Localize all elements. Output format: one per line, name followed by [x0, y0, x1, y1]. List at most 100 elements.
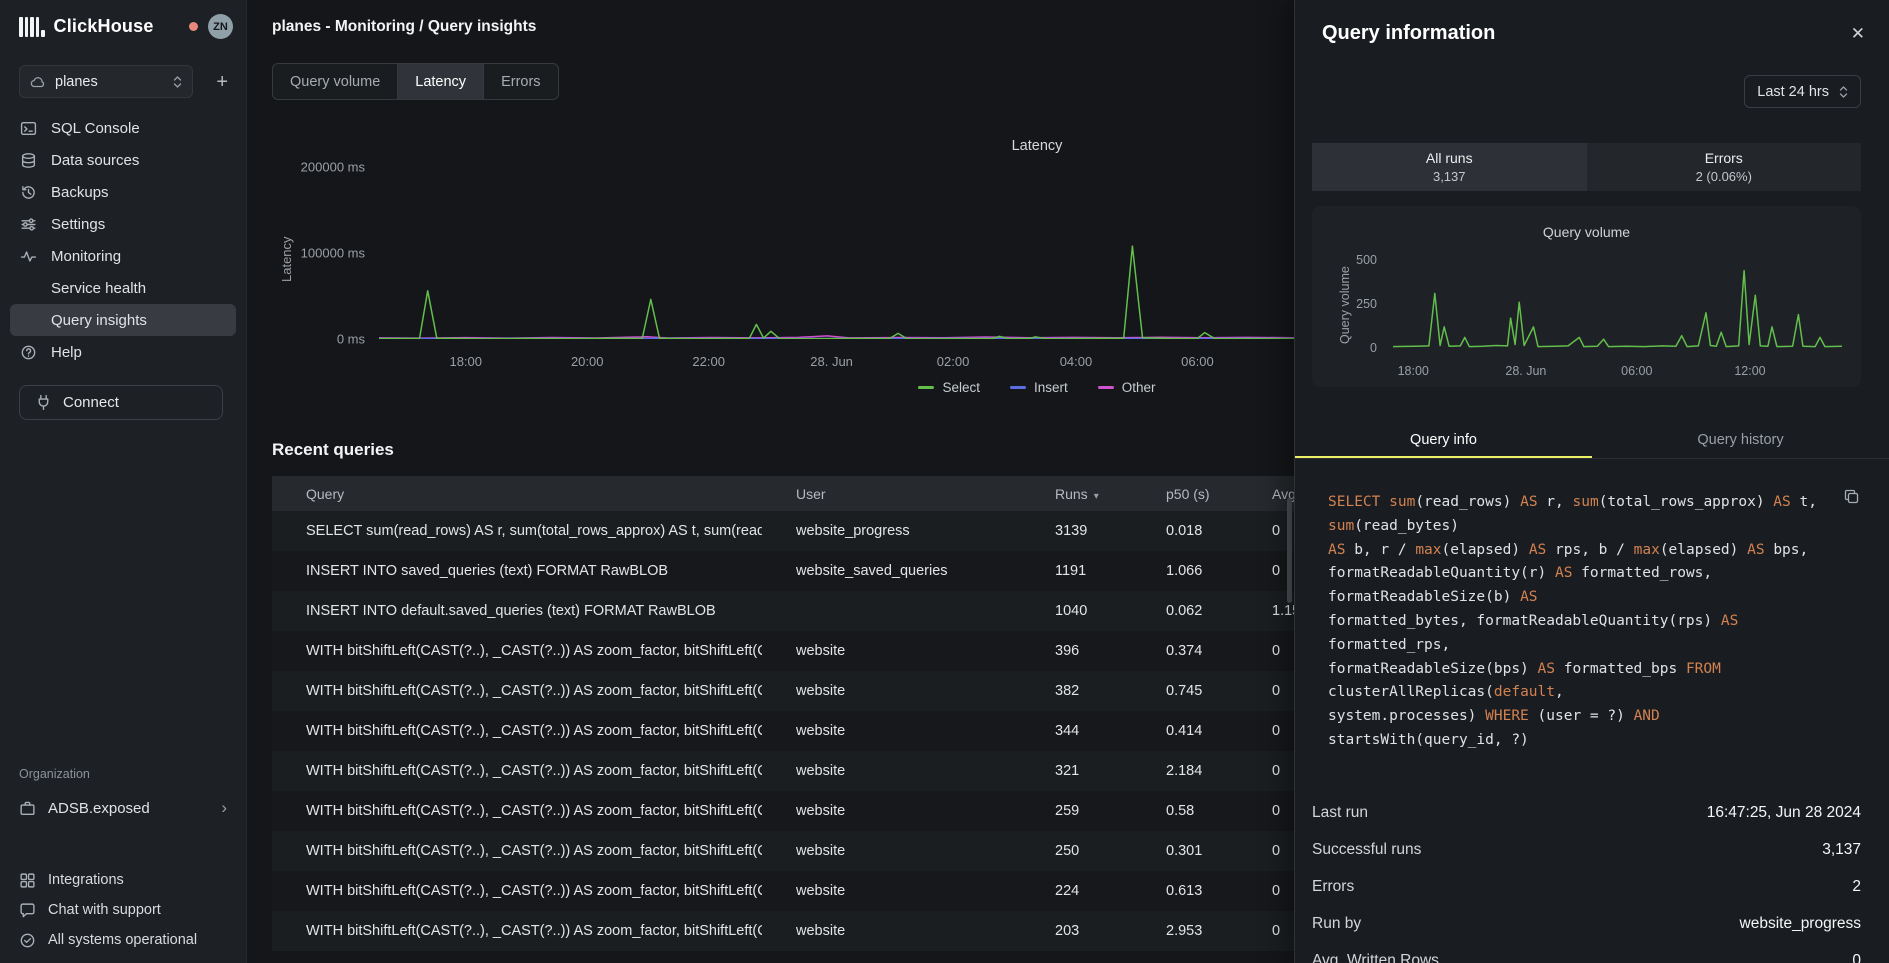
detail-row-successful-runs: Successful runs3,137 — [1312, 832, 1861, 869]
detail-row-run-by: Run bywebsite_progress — [1312, 906, 1861, 943]
y-tick-label: 0 — [1330, 341, 1377, 355]
table-row[interactable]: SELECT sum(read_rows) AS r, sum(total_ro… — [272, 511, 1294, 551]
stat-tab-label: Errors — [1587, 150, 1862, 166]
table-row[interactable]: WITH bitShiftLeft(CAST(?..), _CAST(?..))… — [272, 711, 1294, 751]
stat-tab-errors[interactable]: Errors 2 (0.06%) — [1587, 143, 1862, 191]
avg-cell: 0 — [1238, 751, 1294, 791]
p50-cell: 0.613 — [1132, 871, 1238, 911]
column-header-avg[interactable]: Avg. — [1238, 476, 1294, 511]
table-row[interactable]: WITH bitShiftLeft(CAST(?..), _CAST(?..))… — [272, 791, 1294, 831]
legend-item-select[interactable]: Select — [918, 380, 980, 395]
breadcrumb: planes - Monitoring / Query insights — [272, 18, 536, 36]
sql-line: formatReadableQuantity(r) AS formatted_r… — [1328, 562, 1843, 610]
column-header-runs[interactable]: Runs▾ — [1021, 476, 1132, 511]
chat-icon — [19, 902, 36, 919]
table-row[interactable]: WITH bitShiftLeft(CAST(?..), _CAST(?..))… — [272, 911, 1294, 951]
table-row[interactable]: WITH bitShiftLeft(CAST(?..), _CAST(?..))… — [272, 631, 1294, 671]
table-row[interactable]: WITH bitShiftLeft(CAST(?..), _CAST(?..))… — [272, 671, 1294, 711]
detail-label: Successful runs — [1312, 841, 1421, 859]
sidebar-item-sql-console[interactable]: SQL Console — [10, 112, 236, 144]
stat-tab-value: 2 (0.06%) — [1587, 169, 1862, 184]
sidebar-footer: Integrations Chat with supportAll systems… — [0, 865, 246, 955]
sidebar-bottom: Organization ADSB.exposed › Integrations… — [0, 767, 246, 955]
tab-latency[interactable]: Latency — [398, 64, 484, 99]
close-icon[interactable]: ✕ — [1851, 25, 1865, 42]
panel-tab-query-info[interactable]: Query info — [1295, 423, 1592, 458]
legend-item-other[interactable]: Other — [1098, 380, 1156, 395]
sidebar-item-label: Query insights — [51, 312, 147, 329]
scrollbar-thumb[interactable] — [1287, 498, 1292, 603]
query-cell: WITH bitShiftLeft(CAST(?..), _CAST(?..))… — [272, 751, 762, 791]
table-row[interactable]: INSERT INTO saved_queries (text) FORMAT … — [272, 551, 1294, 591]
footer-item-all-systems-operational[interactable]: All systems operational — [0, 925, 246, 955]
column-header-query[interactable]: Query — [272, 476, 762, 511]
connect-button[interactable]: Connect — [19, 385, 223, 420]
p50-cell: 0.745 — [1132, 671, 1238, 711]
status-icon — [19, 932, 36, 949]
legend-label: Other — [1122, 380, 1156, 395]
main-header: planes - Monitoring / Query insights — [247, 0, 1294, 53]
sidebar-item-monitoring[interactable]: Monitoring — [10, 240, 236, 272]
organization-name: ADSB.exposed — [48, 800, 150, 817]
user-cell: website — [762, 831, 1021, 871]
column-header-p50-s[interactable]: p50 (s) — [1132, 476, 1238, 511]
add-service-button[interactable]: + — [212, 72, 232, 92]
footer-item-chat-with-support[interactable]: Chat with support — [0, 895, 246, 925]
legend-item-insert[interactable]: Insert — [1010, 380, 1068, 395]
query-cell: INSERT INTO default.saved_queries (text)… — [272, 591, 762, 631]
p50-cell: 0.374 — [1132, 631, 1238, 671]
terminal-icon — [20, 120, 38, 137]
avg-cell: 0 — [1238, 631, 1294, 671]
stat-tab-all-runs[interactable]: All runs3,137 — [1312, 143, 1587, 191]
sidebar-item-service-health[interactable]: Service health — [10, 272, 236, 304]
runs-cell: 1191 — [1021, 551, 1132, 591]
sidebar-item-query-insights[interactable]: Query insights — [10, 304, 236, 336]
table-row[interactable]: WITH bitShiftLeft(CAST(?..), _CAST(?..))… — [272, 831, 1294, 871]
sidebar-item-label: Backups — [51, 184, 109, 201]
query-cell: WITH bitShiftLeft(CAST(?..), _CAST(?..))… — [272, 631, 762, 671]
copy-icon[interactable] — [1844, 489, 1859, 504]
service-selector[interactable]: planes — [19, 65, 193, 98]
latency-chart-canvas — [379, 167, 1294, 339]
table-row[interactable]: WITH bitShiftLeft(CAST(?..), _CAST(?..))… — [272, 751, 1294, 791]
table-row[interactable]: INSERT INTO default.saved_queries (text)… — [272, 591, 1294, 631]
organization-item[interactable]: ADSB.exposed › — [0, 791, 246, 825]
y-tick-label: 250 — [1330, 297, 1377, 311]
avg-cell: 0 — [1238, 831, 1294, 871]
panel-tab-query-history[interactable]: Query history — [1592, 423, 1889, 458]
tab-query-volume[interactable]: Query volume — [273, 64, 398, 99]
avg-cell: 0 — [1238, 551, 1294, 591]
detail-value: 0 — [1852, 952, 1861, 963]
user-cell: website — [762, 791, 1021, 831]
sidebar-item-settings[interactable]: Settings — [10, 208, 236, 240]
sidebar-item-help[interactable]: Help — [10, 336, 236, 368]
sidebar-item-backups[interactable]: Backups — [10, 176, 236, 208]
detail-label: Avg. Written Rows — [1312, 952, 1439, 963]
query-cell: WITH bitShiftLeft(CAST(?..), _CAST(?..))… — [272, 791, 762, 831]
column-header-user[interactable]: User — [762, 476, 1021, 511]
tab-errors[interactable]: Errors — [484, 64, 557, 99]
time-range-select[interactable]: Last 24 hrs — [1744, 75, 1861, 108]
time-range-value: Last 24 hrs — [1757, 84, 1829, 100]
avg-cell: 0 — [1238, 711, 1294, 751]
chart-tabs: Query volumeLatencyErrors — [272, 63, 559, 100]
avatar[interactable]: ZN — [208, 14, 233, 39]
avg-cell: 0 — [1238, 671, 1294, 711]
table-row[interactable]: WITH bitShiftLeft(CAST(?..), _CAST(?..))… — [272, 871, 1294, 911]
clickhouse-logo-icon[interactable] — [19, 17, 45, 37]
main-content: planes - Monitoring / Query insights Que… — [247, 0, 1294, 963]
user-cell: website — [762, 751, 1021, 791]
notification-dot[interactable] — [189, 22, 198, 31]
sidebar-item-label: SQL Console — [51, 120, 140, 137]
runs-cell: 1040 — [1021, 591, 1132, 631]
footer-item-label: Integrations — [48, 872, 124, 888]
stat-tabs: All runs3,137Errors 2 (0.06%) — [1312, 143, 1861, 191]
footer-item-integrations[interactable]: Integrations — [0, 865, 246, 895]
sidebar-item-data-sources[interactable]: Data sources — [10, 144, 236, 176]
latency-chart-title: Latency — [247, 138, 1294, 154]
y-tick-label: 100000 ms — [275, 246, 365, 261]
sidebar-item-label: Settings — [51, 216, 105, 233]
x-tick-label: 04:00 — [1060, 354, 1093, 369]
runs-cell: 250 — [1021, 831, 1132, 871]
sql-line: formatted_bytes, formatReadableQuantity(… — [1328, 610, 1843, 658]
